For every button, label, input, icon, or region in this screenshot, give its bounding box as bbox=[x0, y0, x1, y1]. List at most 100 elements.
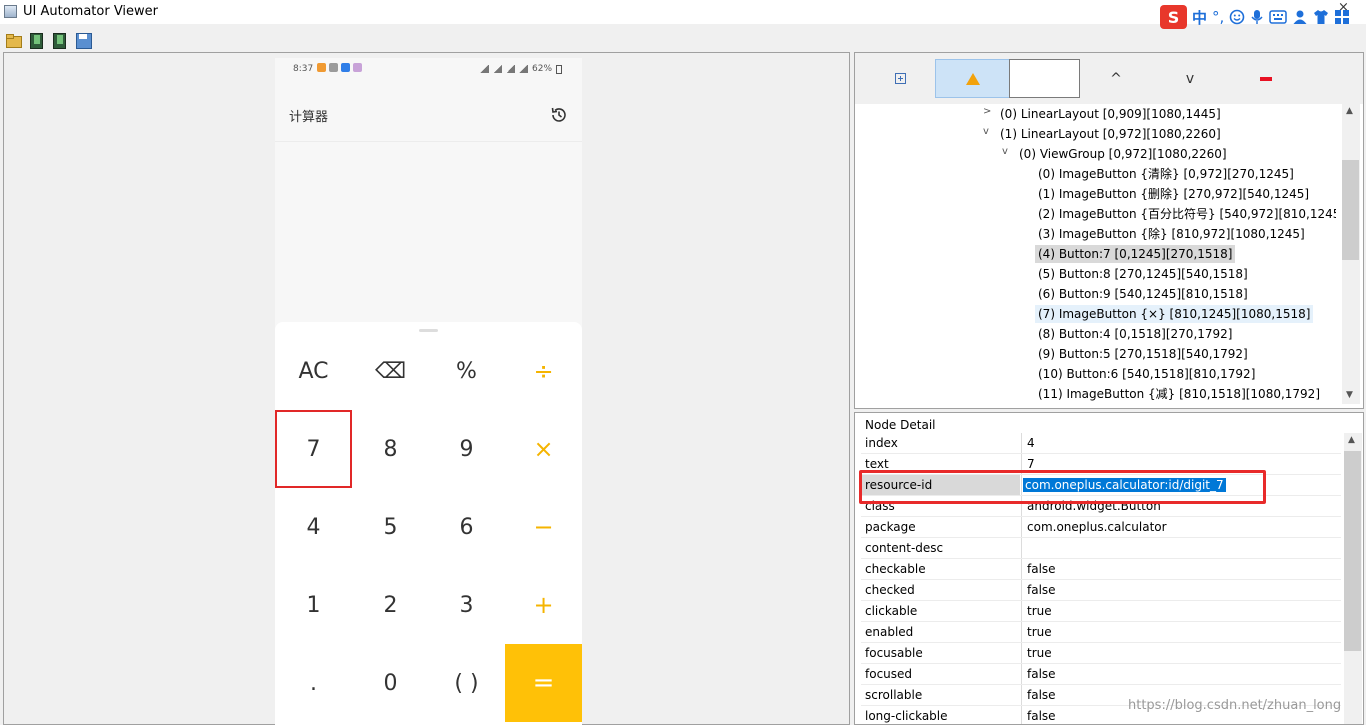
phone-status-bar: 8:37 62% bbox=[275, 58, 582, 80]
tree-node-hover[interactable]: (7) ImageButton {×} [810,1245][1080,1518… bbox=[1035, 305, 1314, 323]
key-5[interactable]: 5 bbox=[352, 488, 429, 566]
wifi-icon bbox=[493, 65, 502, 73]
device-screenshot-compressed-icon[interactable] bbox=[51, 32, 68, 49]
tree-node[interactable]: (6) Button:9 [540,1245][810,1518] bbox=[1035, 285, 1251, 303]
hierarchy-pane: ^ v > (0) LinearLayout [0,909][1080,1445… bbox=[854, 52, 1364, 409]
sogou-logo-icon[interactable]: S bbox=[1160, 5, 1187, 29]
notification-icon bbox=[341, 63, 350, 72]
tree-node[interactable]: (5) Button:8 [270,1245][540,1518] bbox=[1035, 265, 1251, 283]
backspace-icon[interactable]: ⌫ bbox=[352, 332, 429, 410]
table-row[interactable]: index 4 bbox=[861, 433, 1341, 454]
tree-node[interactable]: (10) Button:6 [540,1518][810,1792] bbox=[1035, 365, 1258, 383]
scrollbar-thumb[interactable] bbox=[1344, 451, 1361, 651]
save-icon[interactable] bbox=[75, 32, 92, 49]
key-2[interactable]: 2 bbox=[352, 566, 429, 644]
status-time: 8:37 bbox=[293, 64, 314, 74]
scrollbar-thumb[interactable] bbox=[1342, 160, 1359, 260]
tree-node[interactable]: (0) ImageButton {清除} [0,972][270,1245] bbox=[1035, 165, 1297, 183]
tree-node[interactable]: (9) Button:5 [270,1518][540,1792] bbox=[1035, 345, 1251, 363]
key-divide[interactable]: ÷ bbox=[505, 332, 582, 410]
key-8[interactable]: 8 bbox=[352, 410, 429, 488]
ime-toolbar: S 中 °, bbox=[1160, 5, 1350, 29]
next-icon[interactable]: v bbox=[1179, 59, 1201, 98]
device-screenshot-icon[interactable] bbox=[28, 32, 45, 49]
battery-icon bbox=[556, 64, 563, 74]
table-row[interactable]: focusable true bbox=[861, 643, 1341, 664]
table-row[interactable]: checked false bbox=[861, 580, 1341, 601]
key-7[interactable]: 7 bbox=[275, 410, 352, 488]
battery-level: 62% bbox=[532, 64, 553, 74]
table-row[interactable]: clickable true bbox=[861, 601, 1341, 622]
filter-field[interactable] bbox=[1009, 59, 1080, 98]
watermark: https://blog.csdn.net/zhuan_long bbox=[1128, 698, 1342, 713]
main-toolbar bbox=[0, 29, 1366, 51]
tree-node[interactable]: (2) ImageButton {百分比符号} [540,972][810,12… bbox=[1035, 205, 1336, 223]
table-row[interactable]: checkable false bbox=[861, 559, 1341, 580]
collapsed-arrow-icon[interactable]: > bbox=[983, 106, 991, 117]
detail-scrollbar[interactable]: ▲ bbox=[1344, 433, 1362, 724]
tree-node[interactable]: (3) ImageButton {除} [810,972][1080,1245] bbox=[1035, 225, 1308, 243]
scroll-down-icon[interactable]: ▼ bbox=[1346, 390, 1353, 400]
device-screenshot[interactable]: 8:37 62% 计算器 AC ⌫ % ÷ 7 8 9 × 4 5 6 − 1 … bbox=[275, 58, 582, 725]
divider bbox=[275, 141, 582, 142]
tree-node[interactable]: (8) Button:4 [0,1518][270,1792] bbox=[1035, 325, 1235, 343]
node-detail-pane: Node Detail index 4 text 7 resource-id com.… bbox=[854, 412, 1364, 725]
key-4[interactable]: 4 bbox=[275, 488, 352, 566]
table-row[interactable]: package com.oneplus.calculator bbox=[861, 517, 1341, 538]
key-percent[interactable]: % bbox=[428, 332, 505, 410]
history-icon[interactable] bbox=[550, 106, 568, 124]
key-add[interactable]: + bbox=[505, 566, 582, 644]
app-icon bbox=[4, 5, 17, 18]
key-0[interactable]: 0 bbox=[352, 644, 429, 722]
key-1[interactable]: 1 bbox=[275, 566, 352, 644]
expanded-arrow-icon[interactable]: v bbox=[983, 126, 989, 137]
scroll-up-icon[interactable]: ▲ bbox=[1348, 435, 1355, 445]
toggle-naf-icon[interactable] bbox=[935, 59, 1010, 98]
previous-icon[interactable]: ^ bbox=[1105, 59, 1127, 98]
key-parentheses[interactable]: ( ) bbox=[428, 644, 505, 722]
hierarchy-tree[interactable]: > (0) LinearLayout [0,909][1080,1445] v … bbox=[861, 104, 1336, 404]
tree-node[interactable]: (0) ViewGroup [0,972][1080,2260] bbox=[1016, 145, 1230, 163]
highlight-annotation bbox=[859, 470, 1266, 504]
person-icon[interactable] bbox=[1292, 9, 1308, 25]
tree-scrollbar[interactable]: ▲ ▼ bbox=[1342, 104, 1360, 404]
tree-node[interactable]: (0) LinearLayout [0,909][1080,1445] bbox=[997, 105, 1224, 123]
mic-icon[interactable] bbox=[1250, 9, 1264, 25]
notification-icon bbox=[317, 63, 326, 72]
signal-icon bbox=[519, 65, 528, 73]
shirt-icon[interactable] bbox=[1313, 9, 1329, 25]
hierarchy-toolbar: ^ v bbox=[855, 53, 1363, 104]
tree-node-selected[interactable]: (4) Button:7 [0,1245][270,1518] bbox=[1035, 245, 1236, 263]
ime-punct-toggle[interactable]: °, bbox=[1212, 8, 1224, 26]
signal-icon bbox=[506, 65, 515, 73]
key-multiply[interactable]: × bbox=[505, 410, 582, 488]
open-folder-icon[interactable] bbox=[5, 32, 22, 48]
tree-node[interactable]: (1) LinearLayout [0,972][1080,2260] bbox=[997, 125, 1224, 143]
key-equals[interactable]: = bbox=[505, 644, 582, 722]
tree-node[interactable]: (1) ImageButton {删除} [270,972][540,1245] bbox=[1035, 185, 1312, 203]
keyboard-icon[interactable] bbox=[1269, 10, 1288, 24]
table-row[interactable]: enabled true bbox=[861, 622, 1341, 643]
expanded-arrow-icon[interactable]: v bbox=[1002, 146, 1008, 157]
expand-all-icon[interactable] bbox=[889, 59, 911, 98]
smile-icon[interactable] bbox=[1229, 9, 1245, 25]
key-6[interactable]: 6 bbox=[428, 488, 505, 566]
ime-mode-toggle[interactable]: 中 bbox=[1192, 7, 1207, 28]
node-detail-title: Node Detail bbox=[865, 418, 936, 432]
key-decimal[interactable]: . bbox=[275, 644, 352, 722]
scroll-up-icon[interactable]: ▲ bbox=[1346, 106, 1353, 116]
key-9[interactable]: 9 bbox=[428, 410, 505, 488]
keypad: AC ⌫ % ÷ 7 8 9 × 4 5 6 − 1 2 3 + . 0 ( )… bbox=[275, 322, 582, 725]
grid-icon[interactable] bbox=[1334, 9, 1350, 25]
key-3[interactable]: 3 bbox=[428, 566, 505, 644]
key-clear[interactable]: AC bbox=[275, 332, 352, 410]
table-row[interactable]: focused false bbox=[861, 664, 1341, 685]
key-subtract[interactable]: − bbox=[505, 488, 582, 566]
notification-icon bbox=[353, 63, 362, 72]
notification-icon bbox=[329, 63, 338, 72]
tree-node[interactable]: (11) ImageButton {减} [810,1518][1080,179… bbox=[1035, 385, 1323, 403]
table-row[interactable]: content-desc bbox=[861, 538, 1341, 559]
window-title: UI Automator Viewer bbox=[23, 4, 159, 19]
vibrate-icon bbox=[480, 65, 489, 73]
clear-icon[interactable] bbox=[1255, 59, 1277, 98]
